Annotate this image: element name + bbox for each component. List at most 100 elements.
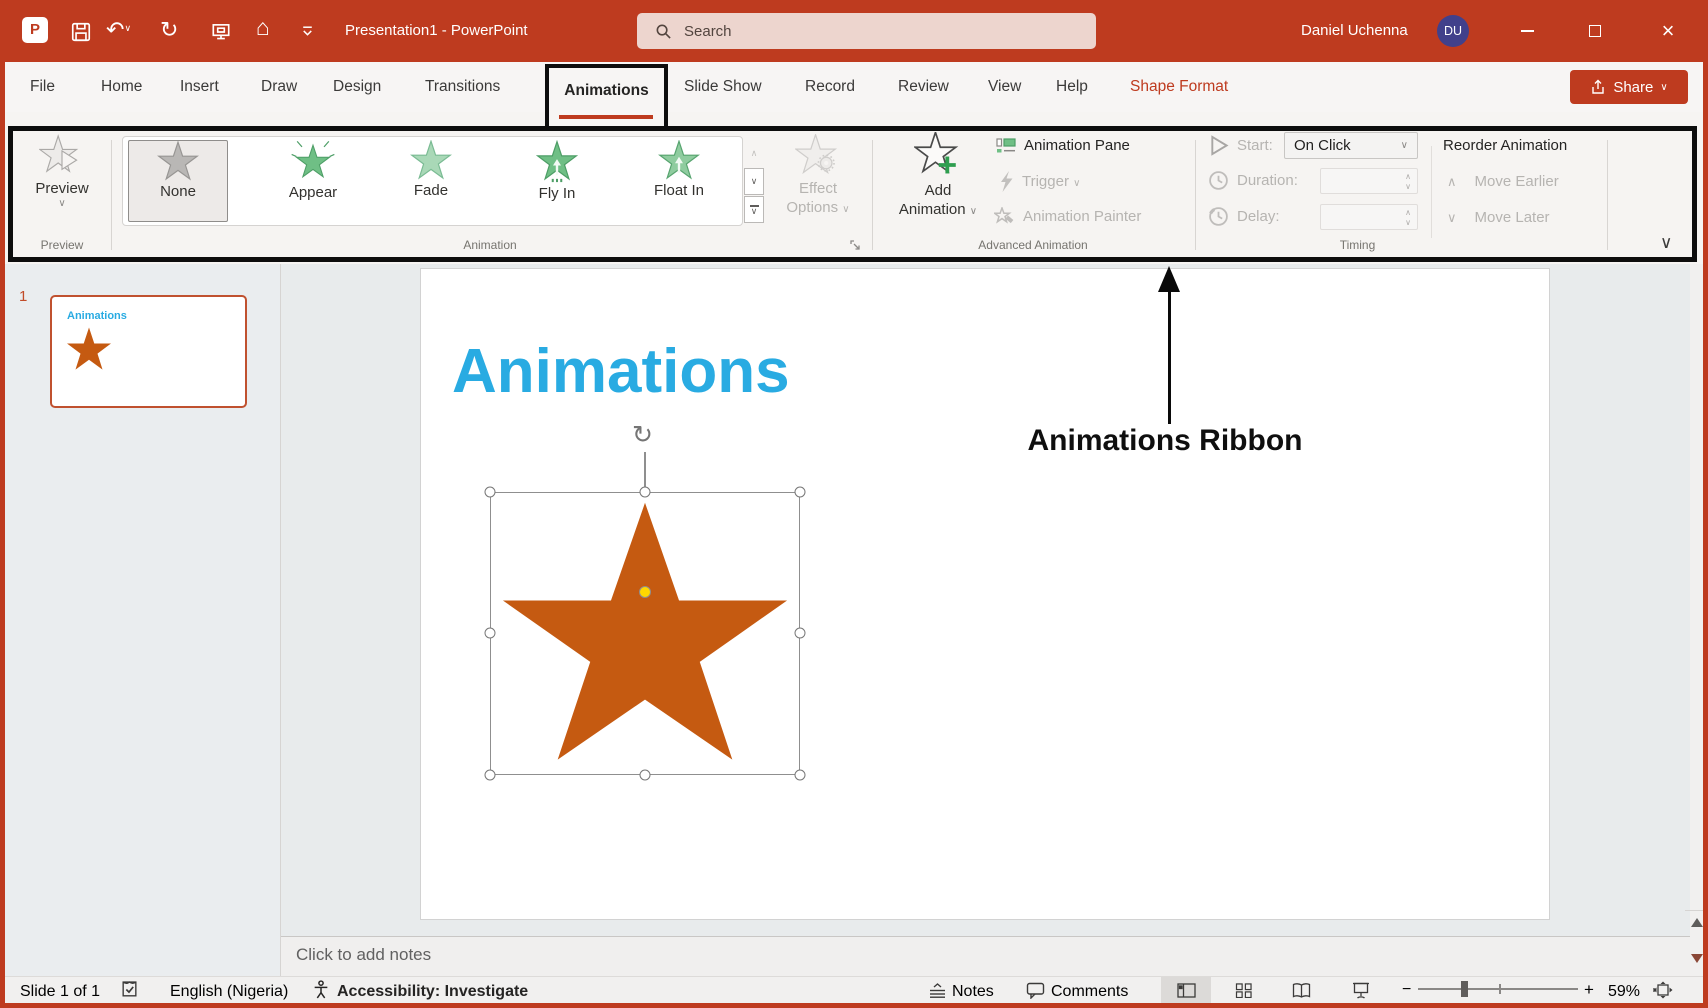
previous-slide-icon[interactable] xyxy=(1691,918,1703,927)
rotate-handle-icon[interactable]: ↻ xyxy=(632,420,653,450)
tab-insert[interactable]: Insert xyxy=(180,78,219,96)
animation-pane-label: Animation Pane xyxy=(1024,137,1130,154)
start-slideshow-icon[interactable] xyxy=(210,21,232,48)
resize-handle-nw[interactable] xyxy=(485,487,496,498)
animation-fade-label: Fade xyxy=(414,182,448,199)
notes-placeholder[interactable]: Click to add notes xyxy=(296,945,431,965)
group-separator xyxy=(1195,140,1196,250)
slide-thumbnail[interactable]: Animations xyxy=(50,295,247,408)
add-animation-icon xyxy=(914,132,962,176)
fade-star-icon xyxy=(410,140,452,180)
add-animation-dropdown-icon[interactable]: ∨ xyxy=(970,206,977,217)
tab-transitions[interactable]: Transitions xyxy=(425,78,500,96)
reading-view-icon[interactable] xyxy=(1292,983,1311,998)
gallery-scroll-up-icon[interactable]: ∧ xyxy=(744,140,764,167)
preview-button[interactable]: Preview ∨ xyxy=(24,134,100,222)
shape-adjust-handle[interactable] xyxy=(639,586,651,598)
effect-options-label-1: Effect xyxy=(778,179,858,198)
tab-draw[interactable]: Draw xyxy=(261,78,297,96)
avatar[interactable]: DU xyxy=(1437,15,1469,47)
animation-float-in[interactable]: Float In xyxy=(629,140,729,222)
tab-design[interactable]: Design xyxy=(333,78,381,96)
save-icon[interactable] xyxy=(70,21,92,48)
effect-options-button: Effect Options ∨ xyxy=(778,134,858,222)
search-input[interactable]: Search xyxy=(637,13,1096,49)
trigger-icon xyxy=(998,171,1014,192)
tab-shape-format[interactable]: Shape Format xyxy=(1130,78,1228,96)
language-status[interactable]: English (Nigeria) xyxy=(170,983,288,1001)
slide-star-shape[interactable] xyxy=(497,500,793,768)
slideshow-view-icon[interactable] xyxy=(1352,982,1370,999)
close-button[interactable]: × xyxy=(1646,14,1690,48)
tab-file[interactable]: File xyxy=(30,78,55,96)
zoom-out-icon[interactable]: − xyxy=(1402,981,1411,999)
resize-handle-n[interactable] xyxy=(640,487,651,498)
powerpoint-window: P ↶∨ ↻ ⌂ Presentation1 - PowerPoint Sear… xyxy=(0,0,1708,1008)
resize-handle-ne[interactable] xyxy=(795,487,806,498)
preview-dropdown-icon[interactable]: ∨ xyxy=(24,198,100,209)
resize-handle-sw[interactable] xyxy=(485,770,496,781)
animation-appear[interactable]: Appear xyxy=(263,140,363,222)
start-dropdown[interactable]: On Click ∨ xyxy=(1284,132,1418,159)
animation-fade[interactable]: Fade xyxy=(381,140,481,222)
tab-review[interactable]: Review xyxy=(898,78,949,96)
tab-home[interactable]: Home xyxy=(101,78,142,96)
undo-icon[interactable]: ↶∨ xyxy=(106,17,131,43)
resize-handle-s[interactable] xyxy=(640,770,651,781)
resize-handle-e[interactable] xyxy=(795,628,806,639)
add-animation-button[interactable]: Add Animation ∨ xyxy=(886,132,990,222)
reorder-animation-header: Reorder Animation xyxy=(1443,137,1567,154)
resize-handle-w[interactable] xyxy=(485,628,496,639)
slide-title-text[interactable]: Animations xyxy=(452,336,872,407)
customize-quick-access-icon[interactable] xyxy=(300,24,315,44)
tab-record[interactable]: Record xyxy=(805,78,855,96)
notes-toggle[interactable]: Notes xyxy=(952,983,994,1001)
slide-sorter-view-icon[interactable] xyxy=(1235,983,1253,998)
zoom-in-icon[interactable]: + xyxy=(1584,980,1594,1000)
tab-help[interactable]: Help xyxy=(1056,78,1088,96)
annotation-arrow-line xyxy=(1168,288,1171,424)
fit-to-window-icon[interactable] xyxy=(1653,981,1673,999)
home-icon[interactable]: ⌂ xyxy=(256,14,270,41)
start-dropdown-chevron-icon[interactable]: ∨ xyxy=(1401,140,1408,151)
add-animation-label-1: Add xyxy=(886,181,990,200)
window-title: Presentation1 - PowerPoint xyxy=(345,22,528,39)
gallery-scroll-down-icon[interactable]: ∨ xyxy=(744,168,764,195)
tab-animations-active[interactable]: Animations xyxy=(545,64,668,131)
gallery-expand-icon[interactable]: ∨ xyxy=(744,196,764,223)
share-button[interactable]: Share ∨ xyxy=(1570,70,1688,104)
redo-icon[interactable]: ↻ xyxy=(160,17,178,43)
add-animation-label-2: Animation ∨ xyxy=(886,200,990,221)
normal-view-icon[interactable] xyxy=(1177,983,1196,998)
zoom-slider-handle[interactable] xyxy=(1461,981,1468,997)
user-name[interactable]: Daniel Uchenna xyxy=(1301,22,1408,39)
fly-in-star-icon xyxy=(536,140,578,183)
delay-row: Delay: xyxy=(1208,206,1280,227)
animation-group-label: Animation xyxy=(380,238,600,252)
animation-fly-in[interactable]: Fly In xyxy=(507,140,607,222)
spell-check-icon[interactable] xyxy=(120,980,139,999)
zoom-level[interactable]: 59% xyxy=(1608,983,1640,1001)
comments-toggle[interactable]: Comments xyxy=(1051,983,1128,1001)
animation-dialog-launcher-icon[interactable] xyxy=(850,238,861,256)
collapse-ribbon-icon[interactable]: ∨ xyxy=(1660,233,1672,253)
undo-dropdown-icon[interactable]: ∨ xyxy=(124,23,131,33)
next-slide-icon[interactable] xyxy=(1691,954,1703,963)
animation-painter-label: Animation Painter xyxy=(1023,208,1141,225)
start-row: Start: xyxy=(1209,135,1273,156)
resize-handle-se[interactable] xyxy=(795,770,806,781)
window-border-right xyxy=(1703,62,1708,1008)
vertical-scrollbar[interactable] xyxy=(1690,264,1703,976)
tab-slide-show[interactable]: Slide Show xyxy=(684,78,762,96)
animation-pane-button[interactable]: Animation Pane xyxy=(996,135,1130,155)
preview-label: Preview xyxy=(24,179,100,198)
share-dropdown-icon[interactable]: ∨ xyxy=(1660,82,1667,93)
delay-clock-icon xyxy=(1208,206,1229,227)
notes-pane[interactable]: Click to add notes xyxy=(281,936,1690,976)
minimize-button[interactable] xyxy=(1505,14,1549,48)
accessibility-status[interactable]: Accessibility: Investigate xyxy=(337,983,528,1001)
animation-none-selected[interactable]: None xyxy=(128,140,228,222)
zoom-slider-track[interactable] xyxy=(1418,988,1578,990)
maximize-button[interactable] xyxy=(1573,14,1617,48)
tab-view[interactable]: View xyxy=(988,78,1021,96)
